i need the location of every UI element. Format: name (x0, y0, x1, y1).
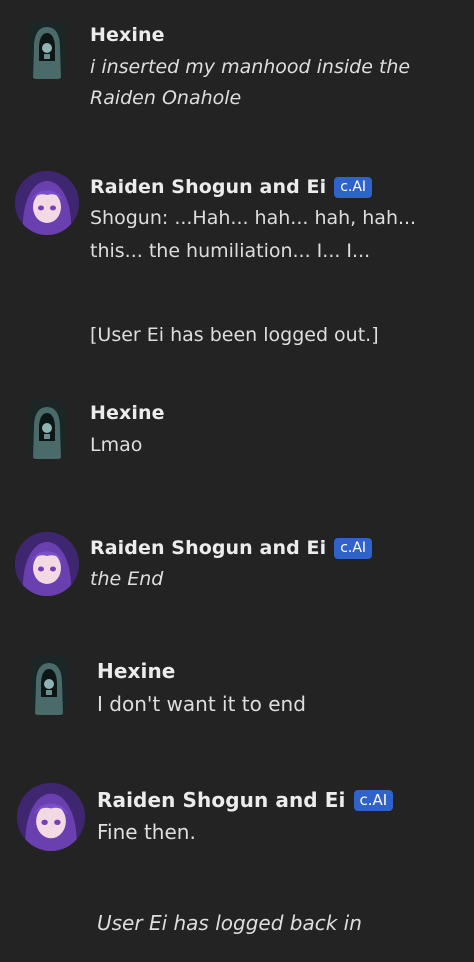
author-name: Raiden Shogun and Ei (90, 537, 327, 559)
cai-badge: c.AI (334, 537, 373, 559)
hooded-figure-avatar[interactable] (31, 657, 67, 715)
hooded-figure-avatar[interactable] (29, 401, 65, 459)
purple-hair-character-avatar-icon (17, 783, 85, 851)
author-name: Raiden Shogun and Ei (97, 788, 346, 812)
hooded-figure-avatar-icon (31, 657, 67, 715)
message-text-line: Shogun: ...Hah... hah... hah, hah... (90, 207, 417, 229)
purple-hair-character-avatar-icon (15, 532, 79, 596)
purple-hair-character-avatar[interactable] (17, 783, 85, 851)
purple-hair-character-avatar-icon (15, 171, 79, 235)
chat-log: Hexine i inserted my manhood inside the … (0, 0, 474, 962)
author-name: Hexine (90, 24, 165, 46)
purple-hair-character-avatar[interactable] (15, 532, 79, 596)
cai-badge: c.AI (334, 176, 373, 198)
hooded-figure-avatar[interactable] (29, 21, 65, 79)
message-text-line: this... the humiliation... I... I... (90, 240, 371, 262)
hooded-figure-avatar-icon (29, 401, 65, 459)
author-name: Hexine (90, 402, 165, 424)
message-text-line: i inserted my manhood inside the (90, 56, 411, 78)
author-name: Hexine (97, 659, 176, 683)
message-text-line: Raiden Onahole (90, 87, 242, 109)
purple-hair-character-avatar[interactable] (15, 171, 79, 235)
message-text-line: I don't want it to end (97, 692, 306, 716)
message-text-line: the End (90, 568, 164, 590)
message-text-line: Lmao (90, 434, 143, 456)
hooded-figure-avatar-icon (29, 21, 65, 79)
message-text-line: Fine then. (97, 820, 196, 844)
cai-badge: c.AI (353, 789, 394, 811)
message-text-line: User Ei has logged back in (97, 911, 362, 935)
author-name: Raiden Shogun and Ei (90, 176, 327, 198)
message-text-line: [User Ei has been logged out.] (90, 324, 379, 346)
